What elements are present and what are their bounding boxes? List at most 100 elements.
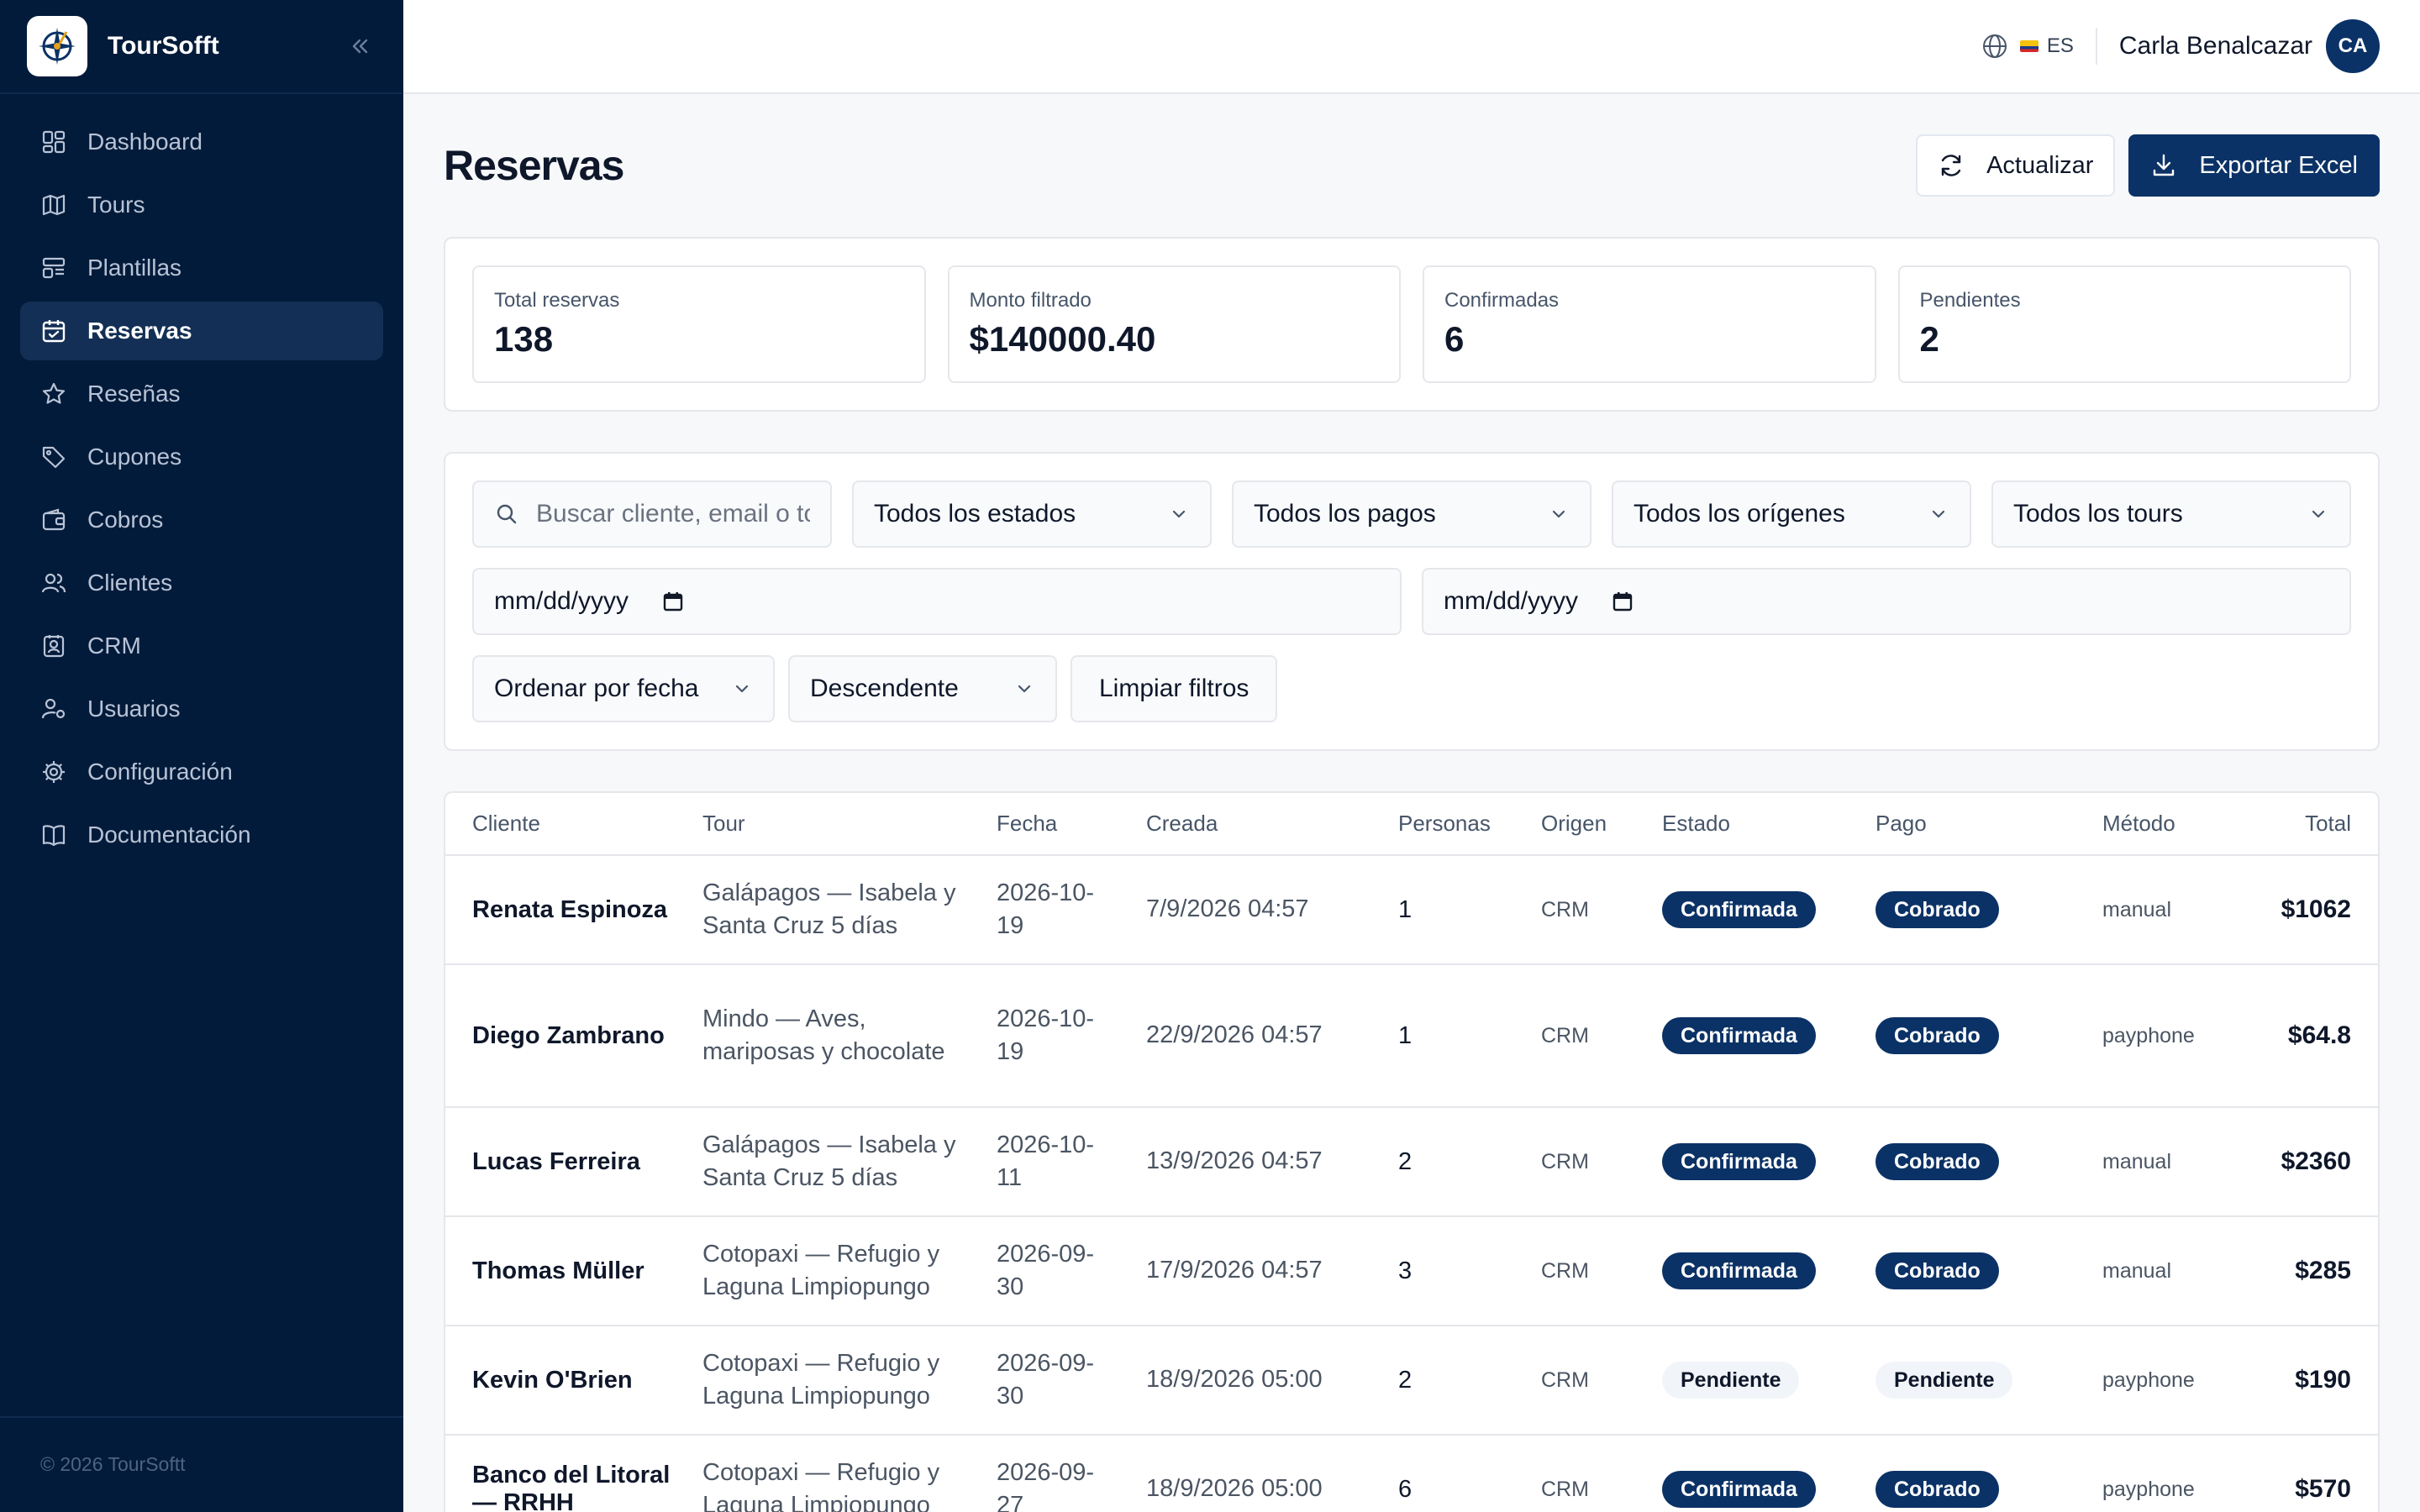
payment-select[interactable]: Todos los pagos (1232, 480, 1591, 548)
star-icon (40, 381, 67, 407)
topbar: ES Carla Benalcazar CA (403, 0, 2420, 94)
export-excel-button[interactable]: Exportar Excel (2128, 134, 2380, 197)
cell-created: 22/9/2026 04:57 (1133, 964, 1385, 1108)
sidebar-item-plantillas[interactable]: Plantillas (20, 239, 383, 297)
order-select[interactable]: Descendente (788, 655, 1057, 722)
sidebar-item-tours[interactable]: Tours (20, 176, 383, 234)
payment-badge: Cobrado (1876, 1017, 1999, 1054)
cell-client: Renata Espinoza (445, 855, 689, 965)
status-select[interactable]: Todos los estados (852, 480, 1212, 548)
sidebar-item-dashboard[interactable]: Dashboard (20, 113, 383, 171)
sidebar-item-clientes[interactable]: Clientes (20, 554, 383, 612)
cell-total: $64.8 (2240, 964, 2378, 1108)
column-header[interactable]: Cliente (445, 793, 689, 856)
user-cog-icon (40, 696, 67, 722)
table-row[interactable]: Renata Espinoza Galápagos — Isabela y Sa… (445, 855, 2378, 965)
cell-method: manual (2089, 855, 2240, 965)
search-icon (497, 504, 517, 524)
export-label: Exportar Excel (2199, 151, 2358, 179)
cell-people: 6 (1385, 1435, 1528, 1512)
clear-filters-button[interactable]: Limpiar filtros (1071, 655, 1278, 722)
column-header[interactable]: Tour (689, 793, 983, 856)
calendar-icon[interactable] (1612, 591, 1634, 612)
sidebar-item-usuarios[interactable]: Usuarios (20, 680, 383, 738)
sort-by-select[interactable]: Ordenar por fecha (472, 655, 775, 722)
payment-badge: Cobrado (1876, 891, 1999, 928)
chevrons-left-icon (352, 39, 368, 54)
language-switcher[interactable]: ES (1981, 33, 2074, 60)
stat-value: 6 (1444, 319, 1465, 359)
users-icon (40, 570, 67, 596)
sidebar-item-label: Reseñas (87, 381, 181, 407)
refresh-button[interactable]: Actualizar (1916, 134, 2116, 197)
table-row[interactable]: Diego Zambrano Mindo — Aves, mariposas y… (445, 964, 2378, 1108)
cell-status: Confirmada (1649, 855, 1862, 965)
tour-select-value: Todos los tours (2013, 500, 2183, 528)
table-row[interactable]: Banco del Litoral — RRHH Cotopaxi — Refu… (445, 1435, 2378, 1512)
table-row[interactable]: Kevin O'Brien Cotopaxi — Refugio y Lagun… (445, 1326, 2378, 1436)
cell-status: Confirmada (1649, 1216, 1862, 1326)
column-header[interactable]: Origen (1528, 793, 1649, 856)
filters-row-3: Ordenar por fecha Descendente Limpiar fi… (472, 655, 2351, 722)
cell-origin: CRM (1528, 1326, 1649, 1436)
sidebar-item-label: Clientes (87, 570, 173, 596)
brand-name: TourSofft (108, 32, 219, 60)
main-content: Reservas Actualizar Exportar Excel Total… (444, 94, 2380, 1512)
cell-tour: Galápagos — Isabela y Santa Cruz 5 días (689, 1107, 983, 1217)
search-input[interactable]: Buscar cliente, email o tour (472, 480, 832, 548)
cell-date: 2026-09-30 (983, 1216, 1133, 1326)
cell-created: 18/9/2026 05:00 (1133, 1435, 1385, 1512)
cell-method: payphone (2089, 1435, 2240, 1512)
calendar-icon[interactable] (662, 591, 684, 612)
column-header[interactable]: Estado (1649, 793, 1862, 856)
language-code: ES (2046, 34, 2074, 57)
tour-select[interactable]: Todos los tours (1991, 480, 2351, 548)
cell-payment: Cobrado (1862, 1435, 2089, 1512)
cell-date: 2026-10-19 (983, 964, 1133, 1108)
avatar[interactable]: CA (2326, 19, 2380, 73)
map-icon (40, 192, 67, 218)
date-from-input[interactable]: mm/dd/yyyy (472, 568, 1402, 635)
cell-payment: Cobrado (1862, 964, 2089, 1108)
sidebar-item-reservas[interactable]: Reservas (20, 302, 383, 360)
column-header[interactable]: Total (2240, 793, 2378, 856)
column-header[interactable]: Pago (1862, 793, 2089, 856)
column-header[interactable]: Personas (1385, 793, 1528, 856)
column-header[interactable]: Creada (1133, 793, 1385, 856)
column-header[interactable]: Método (2089, 793, 2240, 856)
cell-total: $570 (2240, 1435, 2378, 1512)
tag-icon (40, 444, 67, 470)
sidebar-item-resenas[interactable]: Reseñas (20, 365, 383, 423)
stat-monto-filtrado: Monto filtrado $140000.40 (947, 265, 1401, 383)
sidebar-item-cobros[interactable]: Cobros (20, 491, 383, 549)
cell-method: manual (2089, 1107, 2240, 1217)
filters-row-1: Buscar cliente, email o tour Todos los e… (472, 480, 2351, 548)
cell-people: 2 (1385, 1107, 1528, 1217)
cell-client: Thomas Müller (445, 1216, 689, 1326)
sidebar-item-documentacion[interactable]: Documentación (20, 806, 383, 864)
cell-client: Banco del Litoral — RRHH (445, 1435, 689, 1512)
brand-logo[interactable] (27, 16, 87, 76)
sidebar-item-cupones[interactable]: Cupones (20, 428, 383, 486)
cell-created: 13/9/2026 04:57 (1133, 1107, 1385, 1217)
status-badge: Confirmada (1662, 1017, 1816, 1054)
origin-select[interactable]: Todos los orígenes (1612, 480, 1971, 548)
sidebar-item-configuracion[interactable]: Configuración (20, 743, 383, 801)
table-row[interactable]: Lucas Ferreira Galápagos — Isabela y San… (445, 1107, 2378, 1217)
status-badge: Pendiente (1662, 1362, 1800, 1399)
date-to-input[interactable]: mm/dd/yyyy (1422, 568, 2351, 635)
cell-method: manual (2089, 1216, 2240, 1326)
cell-total: $2360 (2240, 1107, 2378, 1217)
cell-client: Kevin O'Brien (445, 1326, 689, 1436)
cell-origin: CRM (1528, 1107, 1649, 1217)
column-header[interactable]: Fecha (983, 793, 1133, 856)
stat-value: 138 (494, 319, 554, 359)
sidebar-item-crm[interactable]: CRM (20, 617, 383, 675)
cell-people: 3 (1385, 1216, 1528, 1326)
cell-client: Diego Zambrano (445, 964, 689, 1108)
collapse-sidebar-button[interactable] (343, 29, 376, 63)
user-name[interactable]: Carla Benalcazar (2119, 32, 2312, 60)
cell-people: 2 (1385, 1326, 1528, 1436)
cell-status: Confirmada (1649, 1435, 1862, 1512)
table-row[interactable]: Thomas Müller Cotopaxi — Refugio y Lagun… (445, 1216, 2378, 1326)
